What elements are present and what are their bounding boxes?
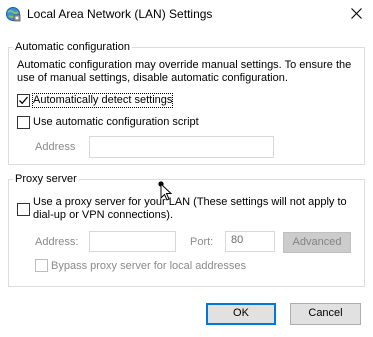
proxy-server-title: Proxy server xyxy=(13,173,79,186)
proxy-address-label: Address: xyxy=(35,236,79,248)
config-script-address-field[interactable] xyxy=(89,136,274,158)
ok-button[interactable]: OK xyxy=(206,303,276,325)
use-proxy-checkbox[interactable] xyxy=(17,203,30,216)
cancel-button[interactable]: Cancel xyxy=(290,303,361,325)
auto-detect-label[interactable]: Automatically detect settings xyxy=(31,93,174,108)
automatic-configuration-title: Automatic configuration xyxy=(13,41,132,54)
close-button[interactable] xyxy=(340,0,373,30)
use-config-script-label[interactable]: Use automatic configuration script xyxy=(33,116,199,129)
bypass-local-checkbox[interactable] xyxy=(35,259,48,272)
automatic-configuration-description-line1: Automatic configuration may override man… xyxy=(17,59,352,71)
use-proxy-label-line2[interactable]: dial-up or VPN connections). xyxy=(33,209,173,222)
bypass-local-label[interactable]: Bypass proxy server for local addresses xyxy=(51,260,246,273)
title-bar: Local Area Network (LAN) Settings xyxy=(0,0,373,30)
proxy-port-label: Port: xyxy=(190,236,214,248)
lan-settings-dialog: Local Area Network (LAN) Settings Automa… xyxy=(0,0,373,337)
advanced-button[interactable]: Advanced xyxy=(283,232,351,253)
use-config-script-checkbox[interactable] xyxy=(17,116,30,129)
mouse-cursor-icon xyxy=(158,181,172,201)
close-icon xyxy=(351,8,362,19)
automatic-configuration-description-line2: use of manual settings, disable automati… xyxy=(17,72,288,84)
checkmark-icon xyxy=(19,96,28,105)
use-proxy-label-line1[interactable]: Use a proxy server for your LAN (These s… xyxy=(33,196,347,209)
proxy-address-field[interactable] xyxy=(89,231,176,252)
proxy-port-field[interactable]: 80 xyxy=(225,231,275,252)
auto-detect-checkbox[interactable] xyxy=(17,94,30,107)
config-script-address-label: Address xyxy=(35,141,76,153)
network-settings-icon xyxy=(5,6,21,22)
window-title: Local Area Network (LAN) Settings xyxy=(27,7,213,21)
